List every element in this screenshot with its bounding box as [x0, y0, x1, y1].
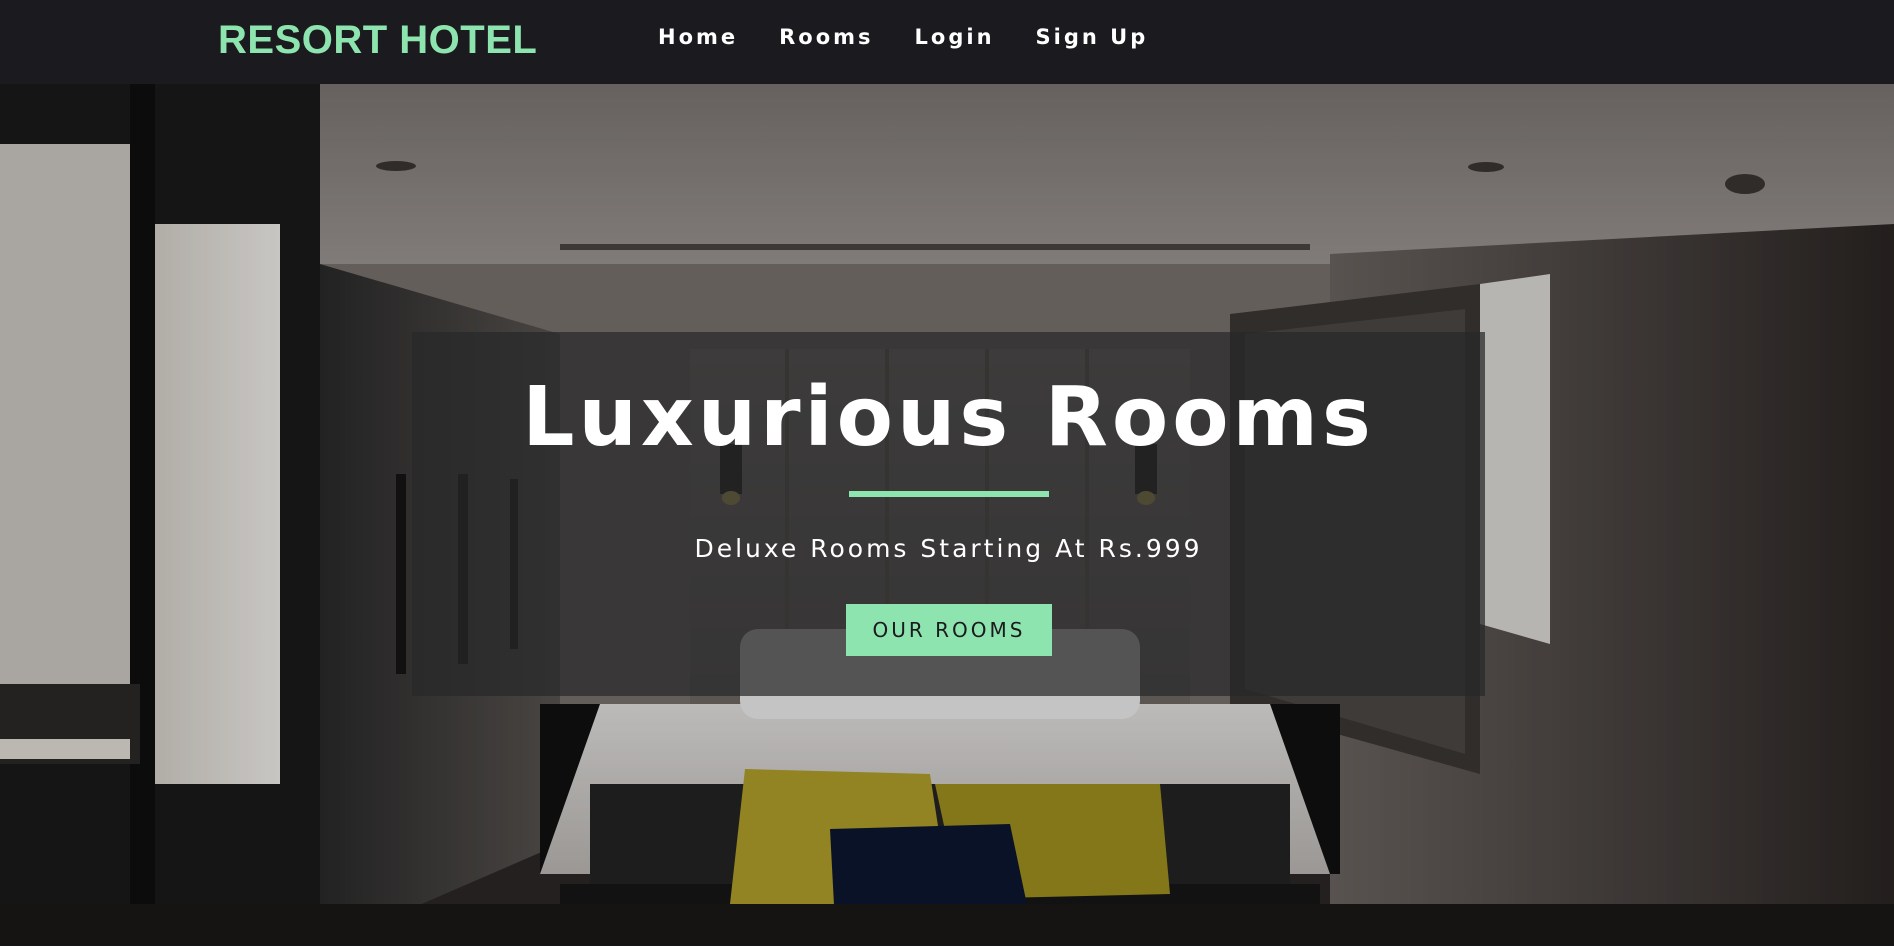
hero-section: Luxurious Rooms Deluxe Rooms Starting At… [0, 84, 1894, 948]
nav-link-signup[interactable]: Sign Up [1036, 25, 1149, 49]
our-rooms-button[interactable]: OUR ROOMS [846, 604, 1052, 656]
nav-link-login[interactable]: Login [915, 25, 995, 49]
brand-logo[interactable]: RESORT HOTEL [218, 18, 537, 63]
title-underline-divider [849, 491, 1049, 497]
hero-title: Luxurious Rooms [522, 370, 1375, 465]
hero-subtitle: Deluxe Rooms Starting At Rs.999 [694, 534, 1203, 563]
nav-link-home[interactable]: Home [658, 25, 738, 49]
nav-links: Home Rooms Login Sign Up [658, 25, 1189, 49]
navbar: RESORT HOTEL Home Rooms Login Sign Up [0, 0, 1894, 84]
hero-content-box: Luxurious Rooms Deluxe Rooms Starting At… [412, 332, 1485, 696]
nav-link-rooms[interactable]: Rooms [779, 25, 873, 49]
